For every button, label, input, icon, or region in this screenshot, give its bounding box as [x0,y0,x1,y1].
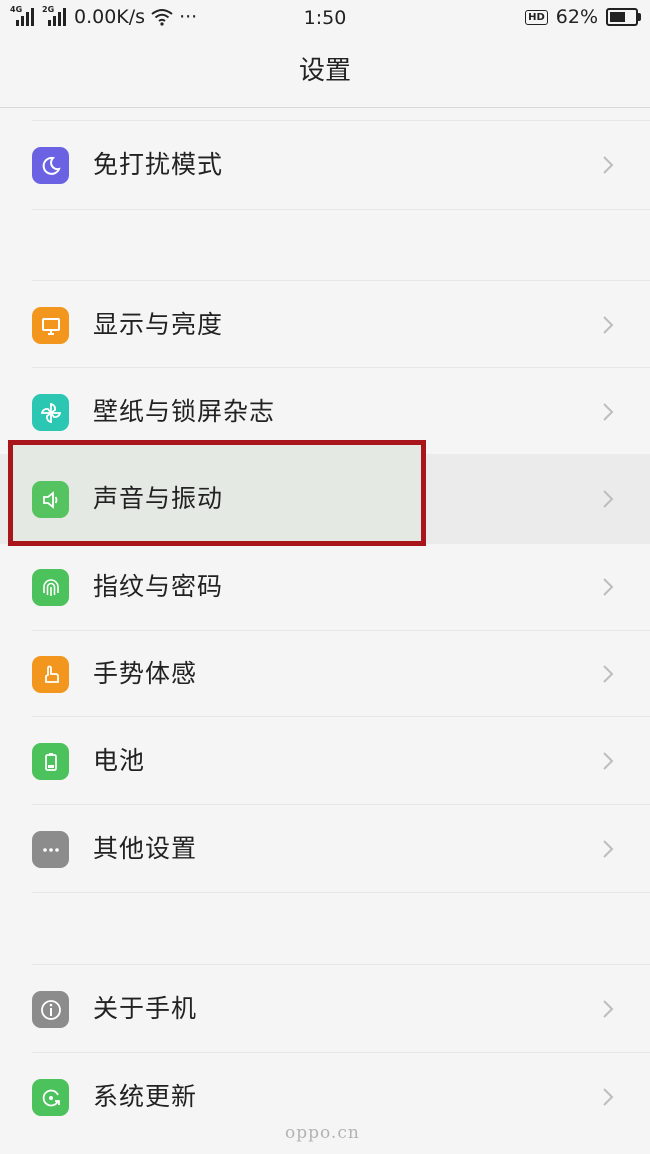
battery-percent: 62% [555,6,598,28]
chevron-right-icon [602,155,614,175]
settings-item-do-not-disturb[interactable]: 免打扰模式 [0,122,650,208]
battery-icon [606,8,641,26]
chevron-right-icon [602,751,614,771]
chevron-right-icon [602,402,614,422]
settings-item-display-brightness[interactable]: 显示与亮度 [0,282,650,368]
moon-icon [32,147,69,184]
settings-item-label: 系统更新 [93,1082,198,1111]
title-divider [0,107,650,108]
page-title: 设置 [298,56,351,86]
settings-item-label: 电池 [93,746,146,775]
chevron-right-icon [602,489,614,509]
divider [32,716,650,717]
settings-item-label: 关于手机 [93,994,198,1023]
divider [32,892,650,893]
divider [32,280,650,281]
divider [32,120,650,121]
info-icon [32,991,69,1028]
divider [32,209,650,210]
monitor-icon [32,307,69,344]
settings-item-about-phone[interactable]: 关于手机 [0,966,650,1052]
status-bar: 4G 2G 0.00K/s ··· 1:50 HD 62% [0,0,650,36]
watermark-text: oppo.cn [285,1123,360,1143]
settings-item-label: 其他设置 [93,834,198,863]
chevron-right-icon [602,839,614,859]
hd-badge-icon: HD [525,9,548,25]
chevron-right-icon [602,577,614,597]
settings-item-label: 免打扰模式 [93,150,224,179]
divider [32,1052,650,1053]
chevron-right-icon [602,315,614,335]
battery-fill [610,12,625,22]
fingerprint-icon [32,569,69,606]
hand-gesture-icon [32,656,69,693]
highlight-annotation-box [8,440,426,546]
divider [32,367,650,368]
settings-item-label: 指纹与密码 [93,572,224,601]
chevron-right-icon [602,1087,614,1107]
settings-item-label: 手势体感 [93,659,198,688]
chevron-right-icon [602,999,614,1019]
settings-item-gestures-motion[interactable]: 手势体感 [0,631,650,717]
settings-item-label: 显示与亮度 [93,310,224,339]
update-icon [32,1079,69,1116]
settings-item-fingerprint-password[interactable]: 指纹与密码 [0,544,650,630]
chevron-right-icon [602,664,614,684]
settings-item-other-settings[interactable]: 其他设置 [0,806,650,892]
settings-item-battery[interactable]: 电池 [0,718,650,804]
divider [32,964,650,965]
pinwheel-icon [32,394,69,431]
status-right-group: HD 62% [525,6,641,28]
battery-icon [32,743,69,780]
divider [32,804,650,805]
more-dots-icon [32,831,69,868]
